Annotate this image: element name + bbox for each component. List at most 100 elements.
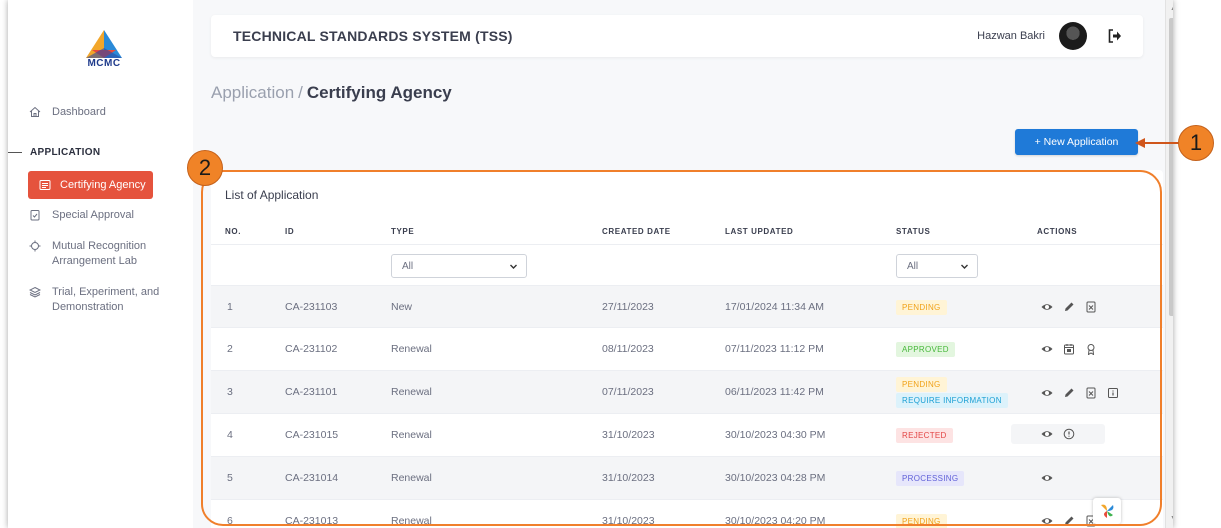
logo-text: MCMC: [87, 58, 121, 69]
sidebar-item-label: Dashboard: [52, 106, 106, 118]
target-icon: [28, 239, 42, 253]
cell-no: 4: [227, 429, 233, 441]
new-application-button[interactable]: + New Application: [1015, 129, 1138, 155]
info-box-icon[interactable]: [1107, 387, 1119, 399]
column-header-type: TYPE: [391, 227, 415, 236]
card-title: List of Application: [225, 188, 319, 202]
cell-type: New: [391, 301, 413, 313]
cell-created-date: 27/11/2023: [602, 301, 654, 313]
table-row[interactable]: 6 CA-231013 Renewal 31/10/2023 30/10/202…: [211, 500, 1163, 528]
mcmc-logo[interactable]: MCMC: [78, 28, 130, 76]
scroll-thumb[interactable]: [1169, 18, 1173, 316]
sidebar-item-mutual-recognition[interactable]: Mutual Recognition Arrangement Lab: [28, 239, 178, 269]
sidebar-item-label: Special Approval: [52, 209, 134, 221]
avatar[interactable]: [1059, 22, 1087, 50]
column-header-last-updated: LAST UPDATED: [725, 227, 794, 236]
sidebar: MCMC Dashboard APPLICATION Certifying Ag…: [8, 0, 193, 528]
chevron-down-icon: [509, 262, 518, 271]
scroll-down-arrow-icon[interactable]: ▼: [1169, 514, 1173, 523]
vertical-scrollbar[interactable]: ▲ ▼: [1165, 0, 1173, 528]
cell-type: Renewal: [391, 386, 432, 398]
scroll-up-arrow-icon[interactable]: ▲: [1169, 4, 1173, 13]
cell-no: 6: [227, 515, 233, 527]
logout-icon[interactable]: [1107, 28, 1123, 44]
breadcrumb-parent[interactable]: Application: [211, 83, 294, 102]
row-actions: [1011, 424, 1105, 444]
eye-icon[interactable]: [1041, 301, 1053, 313]
status-filter-select[interactable]: All: [896, 254, 978, 278]
annotation-marker-1: 1: [1178, 125, 1214, 161]
status-badge: PENDING: [896, 300, 947, 315]
cell-last-updated: 30/10/2023 04:28 PM: [725, 472, 826, 484]
cell-last-updated: 30/10/2023 04:30 PM: [725, 429, 826, 441]
page-title: Certifying Agency: [306, 83, 452, 102]
top-header: TECHNICAL STANDARDS SYSTEM (TSS) Hazwan …: [211, 15, 1143, 57]
cell-no: 1: [227, 301, 233, 313]
cell-id: CA-231013: [285, 515, 339, 527]
cell-type: Renewal: [391, 472, 432, 484]
eye-icon[interactable]: [1041, 428, 1053, 440]
cell-created-date: 31/10/2023: [602, 515, 655, 527]
cell-no: 2: [227, 343, 233, 355]
eye-icon[interactable]: [1041, 343, 1053, 355]
type-filter-value: All: [402, 260, 414, 272]
table-row[interactable]: 2 CA-231102 Renewal 08/11/2023 07/11/202…: [211, 328, 1163, 370]
sidebar-item-trial-experiment[interactable]: Trial, Experiment, and Demonstration: [28, 285, 178, 315]
status-badge: PENDING: [896, 377, 947, 392]
cell-created-date: 07/11/2023: [602, 386, 654, 398]
application-list-card: List of Application NO. ID TYPE CREATED …: [211, 170, 1163, 528]
table-row[interactable]: 1 CA-231103 New 27/11/2023 17/01/2024 11…: [211, 286, 1163, 328]
cell-type: Renewal: [391, 515, 432, 527]
pencil-icon[interactable]: [1063, 387, 1075, 399]
home-icon: [28, 105, 42, 119]
breadcrumb-separator: /: [298, 83, 303, 102]
chat-widget[interactable]: [1093, 498, 1121, 524]
cell-no: 3: [227, 386, 233, 398]
sidebar-section-label: APPLICATION: [30, 147, 101, 158]
sidebar-item-special-approval[interactable]: Special Approval: [28, 208, 178, 223]
status-badge: PROCESSING: [896, 471, 965, 486]
header-divider: [211, 244, 1163, 245]
delete-doc-icon[interactable]: [1085, 387, 1097, 399]
eye-icon[interactable]: [1041, 515, 1053, 527]
row-actions: [1041, 515, 1097, 527]
calendar-icon[interactable]: [1063, 343, 1075, 355]
cell-created-date: 31/10/2023: [602, 429, 655, 441]
type-filter-select[interactable]: All: [391, 254, 527, 278]
cell-created-date: 08/11/2023: [602, 343, 654, 355]
annotation-arrow-icon: [1135, 138, 1179, 148]
sidebar-item-label: Certifying Agency: [60, 179, 146, 191]
sidebar-item-dashboard[interactable]: Dashboard: [28, 105, 178, 120]
column-header-no: NO.: [225, 227, 242, 236]
cell-id: CA-231015: [285, 429, 339, 441]
cell-id: CA-231103: [285, 301, 338, 313]
award-icon[interactable]: [1085, 343, 1097, 355]
list-icon: [38, 178, 52, 192]
cell-no: 5: [227, 472, 233, 484]
row-actions: [1041, 301, 1097, 313]
table-row[interactable]: 4 CA-231015 Renewal 31/10/2023 30/10/202…: [211, 414, 1163, 456]
sidebar-item-certifying-agency[interactable]: Certifying Agency: [28, 171, 153, 199]
pencil-icon[interactable]: [1063, 515, 1075, 527]
chevron-down-icon: [960, 262, 969, 271]
cell-last-updated: 30/10/2023 04:20 PM: [725, 515, 826, 527]
status-badge: REJECTED: [896, 428, 953, 443]
table-row[interactable]: 5 CA-231014 Renewal 31/10/2023 30/10/202…: [211, 457, 1163, 499]
layers-icon: [28, 285, 42, 299]
cell-created-date: 31/10/2023: [602, 472, 655, 484]
sidebar-item-label: Mutual Recognition Arrangement Lab: [52, 240, 147, 267]
sidebar-item-label: Trial, Experiment, and Demonstration: [52, 286, 160, 313]
info-circle-icon[interactable]: [1063, 428, 1075, 440]
cell-type: Renewal: [391, 343, 432, 355]
eye-icon[interactable]: [1041, 387, 1053, 399]
cell-id: CA-231102: [285, 343, 338, 355]
pencil-icon[interactable]: [1063, 301, 1075, 313]
column-header-id: ID: [285, 227, 295, 236]
delete-doc-icon[interactable]: [1085, 301, 1097, 313]
row-actions: [1041, 343, 1097, 355]
eye-icon[interactable]: [1041, 472, 1053, 484]
table-row[interactable]: 3 CA-231101 Renewal 07/11/2023 06/11/202…: [211, 371, 1163, 413]
user-name[interactable]: Hazwan Bakri: [977, 30, 1045, 42]
breadcrumb: Application / Certifying Agency: [211, 83, 452, 103]
annotation-marker-2: 2: [187, 150, 223, 186]
